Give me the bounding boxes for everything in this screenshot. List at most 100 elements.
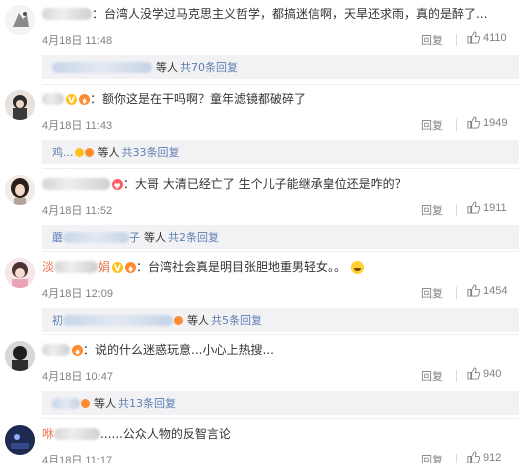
sub-reply-name[interactable]: 蘑 xyxy=(52,229,63,245)
verified-badge-icon xyxy=(112,260,124,278)
like-count: 940 xyxy=(483,367,502,380)
comment-author[interactable]: ：大哥 大清已经亡了 生个儿子能继承皇位还是咋的？ xyxy=(42,175,409,196)
reply-button[interactable]: 回复 xyxy=(421,117,443,133)
action-divider xyxy=(456,370,457,382)
reply-button[interactable]: 回复 xyxy=(421,368,443,384)
sub-reply-bar[interactable]: 初 等人 共5条回复 xyxy=(42,308,519,332)
avatar[interactable] xyxy=(5,90,35,120)
comment-text: ：台湾社会真是明目张胆地重男轻女。。 xyxy=(136,260,347,274)
like-count: 1454 xyxy=(483,284,508,297)
reply-button[interactable]: 回复 xyxy=(421,452,443,463)
comment-text: ......公众人物的反智言论 xyxy=(100,427,231,441)
reply-button[interactable]: 回复 xyxy=(421,32,443,48)
verified-badge-icon xyxy=(74,147,84,157)
comment-time: 4月18日 11:52 xyxy=(42,205,113,217)
author-name-blurred[interactable] xyxy=(42,8,92,20)
laughing-emoji-icon xyxy=(351,260,365,274)
sub-reply-name-blurred[interactable] xyxy=(63,231,129,243)
reply-button[interactable]: 回复 xyxy=(421,202,443,218)
sub-reply-bar[interactable]: 等人 共70条回复 xyxy=(42,55,519,79)
author-name-blurred[interactable] xyxy=(42,178,110,190)
like-count: 1949 xyxy=(483,116,508,129)
comment-time: 4月18日 11:43 xyxy=(42,120,113,132)
like-count: 4110 xyxy=(483,31,507,44)
vip-badge-icon xyxy=(125,261,137,279)
vip-badge-icon xyxy=(81,398,90,408)
comment-divider xyxy=(42,251,519,252)
vip-badge-icon xyxy=(174,315,183,325)
vip-badge-icon xyxy=(79,93,90,111)
sub-reply-bar[interactable]: 蘑 子 等人 共2条回复 xyxy=(42,225,519,249)
verified-badge-icon xyxy=(66,92,77,110)
like-count: 1911 xyxy=(483,201,507,214)
action-divider xyxy=(456,454,457,463)
comment-divider xyxy=(42,334,519,335)
heart-badge-icon xyxy=(112,178,123,196)
sub-reply-people: 等人 xyxy=(156,61,178,74)
thumbs-up-icon xyxy=(467,284,480,297)
avatar[interactable] xyxy=(5,258,35,288)
sub-reply-people: 等人 xyxy=(144,231,166,244)
sub-reply-name-tail[interactable]: 子 xyxy=(129,229,140,245)
sub-reply-count[interactable]: 共33条回复 xyxy=(122,144,180,160)
like-button[interactable]: 940 xyxy=(467,367,501,380)
comment-text: ：台湾人没学过马克思主义哲学，都搞迷信啊，天旱还求雨，真的是醉了... xyxy=(92,7,488,21)
comment-time: 4月18日 12:09 xyxy=(42,288,113,300)
vip-badge-icon xyxy=(72,344,83,362)
author-name-blurred[interactable] xyxy=(54,261,99,273)
author-name[interactable]: 咻 xyxy=(42,425,54,443)
sub-reply-people: 等人 xyxy=(187,314,209,327)
comment-time: 4月18日 11:48 xyxy=(42,35,113,47)
action-divider xyxy=(456,34,457,46)
comment-text: ：额你这是在干吗啊？童年滤镜都破碎了 xyxy=(90,92,307,106)
avatar[interactable] xyxy=(5,425,35,455)
thumbs-up-icon xyxy=(467,451,480,463)
comment-author[interactable]: 咻 ......公众人物的反智言论 xyxy=(42,425,231,443)
like-button[interactable]: 912 xyxy=(467,451,501,463)
avatar[interactable] xyxy=(5,341,35,371)
author-name-blurred[interactable] xyxy=(54,428,101,440)
like-button[interactable]: 4110 xyxy=(467,31,507,44)
sub-reply-name-blurred[interactable] xyxy=(63,314,173,326)
sub-reply-name[interactable]: 初 xyxy=(52,312,63,328)
comment-author[interactable]: ：额你这是在干吗啊？童年滤镜都破碎了 xyxy=(42,90,308,111)
sub-reply-people: 等人 xyxy=(97,146,120,159)
sub-reply-count[interactable]: 共5条回复 xyxy=(211,312,262,328)
reply-button[interactable]: 回复 xyxy=(421,285,443,301)
comment-time: 4月18日 10:47 xyxy=(42,371,113,383)
vip-badge-icon xyxy=(84,147,94,157)
like-button[interactable]: 1911 xyxy=(467,201,507,214)
sub-reply-count[interactable]: 共2条回复 xyxy=(168,229,219,245)
comment-author[interactable]: 淡 娟 ：台湾社会真是明目张胆地重男轻女。。 xyxy=(42,258,365,279)
avatar[interactable] xyxy=(5,5,35,35)
thumbs-up-icon xyxy=(467,116,480,129)
like-button[interactable]: 1454 xyxy=(467,284,507,297)
comment-time: 4月18日 11:17 xyxy=(42,455,113,463)
author-name-blurred[interactable] xyxy=(42,344,70,356)
sub-reply-count[interactable]: 共13条回复 xyxy=(118,395,176,411)
action-divider xyxy=(456,119,457,131)
action-divider xyxy=(456,204,457,216)
sub-reply-name[interactable]: 鸡... xyxy=(52,144,74,160)
comment-divider xyxy=(42,418,519,419)
author-name-tail[interactable]: 娟 xyxy=(98,258,110,276)
comment-text: ：大哥 大清已经亡了 生个儿子能继承皇位还是咋的？ xyxy=(123,177,407,191)
like-button[interactable]: 1949 xyxy=(467,116,507,129)
author-name[interactable]: 淡 xyxy=(42,258,54,276)
thumbs-up-icon xyxy=(467,367,480,380)
author-name-blurred[interactable] xyxy=(42,93,64,105)
sub-reply-name-blurred[interactable] xyxy=(52,61,152,73)
avatar[interactable] xyxy=(5,175,35,205)
thumbs-up-icon xyxy=(467,201,480,214)
sub-reply-bar[interactable]: 等人 共13条回复 xyxy=(42,391,519,415)
comment-feed: ：台湾人没学过马克思主义哲学，都搞迷信啊，天旱还求雨，真的是醉了... 4月18… xyxy=(0,0,519,463)
comment-author[interactable]: ：台湾人没学过马克思主义哲学，都搞迷信啊，天旱还求雨，真的是醉了... xyxy=(42,5,489,23)
like-count: 912 xyxy=(483,451,502,463)
comment-divider xyxy=(42,168,519,169)
thumbs-up-icon xyxy=(467,31,480,44)
sub-reply-bar[interactable]: 鸡... 等人 共33条回复 xyxy=(42,140,519,164)
sub-reply-count[interactable]: 共70条回复 xyxy=(180,59,238,75)
action-divider xyxy=(456,287,457,299)
sub-reply-name-blurred[interactable] xyxy=(52,397,80,409)
comment-author[interactable]: ：说的什么迷惑玩意...小心上热搜... xyxy=(42,341,276,362)
